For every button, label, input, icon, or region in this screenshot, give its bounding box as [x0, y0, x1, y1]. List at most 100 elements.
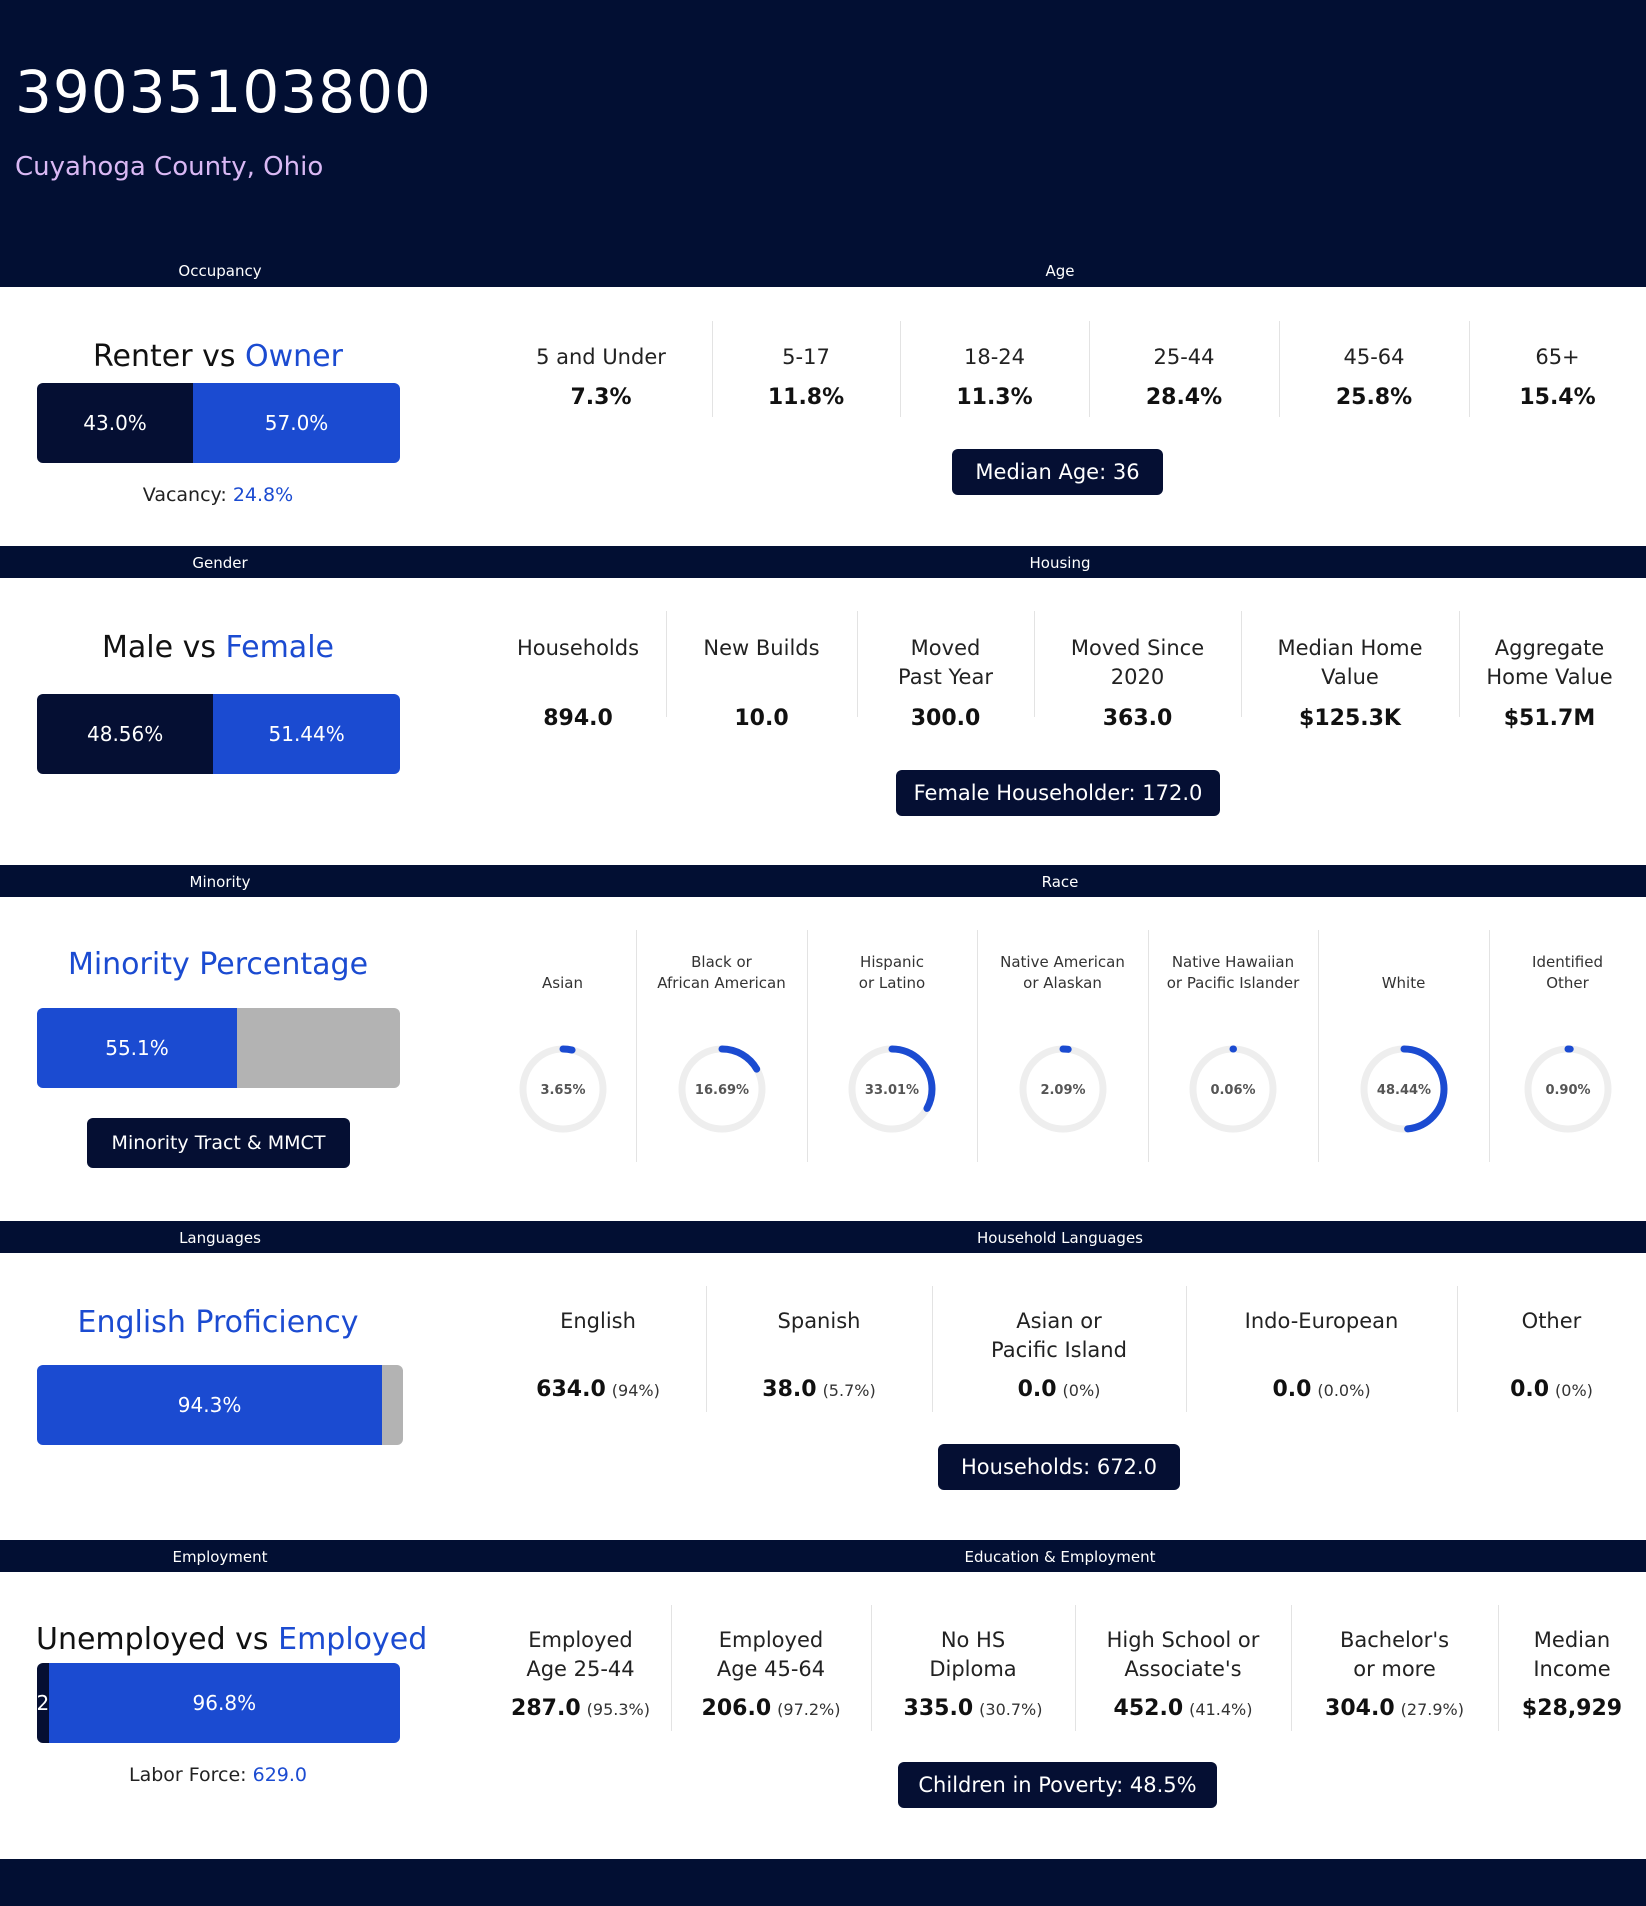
- housing-value: $125.3K: [1299, 706, 1401, 731]
- housing-column: Median Home Value $125.3K: [1241, 634, 1459, 731]
- household-language-label: Asian or Pacific Island: [991, 1309, 1127, 1362]
- section-label-age: Age: [1045, 262, 1075, 280]
- column-divider: [1498, 1605, 1499, 1731]
- renter-segment: 43.0%: [37, 383, 194, 463]
- household-language-percent: (94%): [611, 1381, 660, 1400]
- education-percent: (41.4%): [1189, 1700, 1253, 1719]
- column-divider: [1459, 611, 1460, 717]
- section-bar-employment: Employment Education & Employment: [0, 1540, 1646, 1572]
- housing-column: Moved Since 2020 363.0: [1034, 634, 1241, 731]
- english-proficiency-bar: 94.3%: [37, 1365, 403, 1445]
- title-part-owner: Owner: [245, 339, 343, 374]
- education-column: Employed Age 45-64 206.0 (97.2%): [671, 1626, 871, 1721]
- race-label-line-1: Identified: [1532, 953, 1603, 971]
- housing-label: New Builds: [703, 636, 820, 660]
- page-header: 39035103800 Cuyahoga County, Ohio Occupa…: [0, 0, 1646, 287]
- household-language-column: Spanish 38.0 (5.7%): [706, 1307, 932, 1402]
- labor-force-label: Labor Force:: [128, 1764, 253, 1786]
- race-ring-value: 48.44%: [1376, 1083, 1430, 1098]
- education-value: 287.0: [511, 1696, 581, 1721]
- education-percent: (27.9%): [1400, 1700, 1464, 1719]
- education-value: 335.0: [903, 1696, 974, 1721]
- age-column: 5 and Under 7.3%: [490, 343, 712, 410]
- age-label: 65+: [1535, 345, 1580, 369]
- race-label: Identified Other: [1489, 952, 1646, 994]
- race-ring-chart: 3.65%: [519, 1045, 606, 1133]
- age-label: 25-44: [1153, 345, 1215, 369]
- race-ring-chart: 48.44%: [1360, 1045, 1447, 1133]
- age-value: 7.3%: [570, 385, 632, 410]
- female-householder-badge: Female Householder: 172.0: [896, 770, 1220, 816]
- household-language-percent: (0.0%): [1317, 1381, 1371, 1400]
- column-divider: [666, 611, 667, 717]
- race-label-line-2: or Pacific Islander: [1166, 974, 1300, 992]
- section-label-education-employment: Education & Employment: [964, 1548, 1156, 1566]
- age-column: 18-24 11.3%: [900, 343, 1089, 410]
- female-segment: 51.44%: [213, 694, 400, 774]
- race-column: Asian 3.65%: [489, 952, 636, 1139]
- column-divider: [1457, 1286, 1458, 1412]
- housing-label: Aggregate Home Value: [1486, 636, 1613, 689]
- race-ring-chart: 16.69%: [678, 1045, 765, 1133]
- race-label: Black or African American: [636, 952, 807, 994]
- section-label-household-languages: Household Languages: [977, 1229, 1143, 1247]
- age-label: 18-24: [963, 345, 1026, 369]
- age-value: 25.8%: [1335, 385, 1413, 410]
- race-label-line-2: African American: [657, 974, 786, 992]
- education-column: No HS Diploma 335.0 (30.7%): [871, 1626, 1075, 1721]
- race-ring-chart: 2.09%: [1019, 1045, 1106, 1133]
- education-column: Employed Age 25-44 287.0 (95.3%): [490, 1626, 671, 1721]
- race-label: Hispanic or Latino: [807, 952, 977, 994]
- tract-id-title: 39035103800: [15, 58, 432, 126]
- race-ring-value: 0.90%: [1545, 1083, 1590, 1098]
- race-column: Native Hawaiian or Pacific Islander 0.06%: [1148, 952, 1318, 1139]
- title-part-male: Male vs: [102, 630, 226, 665]
- labor-force-value: 629.0: [252, 1764, 308, 1786]
- education-column: Median Income $28,929: [1498, 1626, 1646, 1721]
- race-label: Asian: [489, 952, 636, 994]
- section-label-minority: Minority: [189, 873, 251, 891]
- education-label: Bachelor's or more: [1339, 1628, 1450, 1681]
- race-ring-value: 2.09%: [1040, 1083, 1085, 1098]
- race-ring-chart: 0.06%: [1189, 1045, 1277, 1133]
- section-bar-minority-race: Minority Race: [0, 865, 1646, 897]
- race-column: Identified Other 0.90%: [1489, 952, 1646, 1139]
- age-label: 5 and Under: [536, 345, 666, 369]
- section-label-languages: Languages: [179, 1229, 261, 1247]
- housing-label: Median Home Value: [1277, 636, 1423, 689]
- languages-section: English Proficiency 94.3% English 634.0 (9…: [0, 1253, 1646, 1540]
- column-divider: [712, 321, 713, 417]
- column-divider: [871, 1605, 872, 1731]
- title-part-unemployed: Unemployed vs: [36, 1622, 279, 1657]
- median-age-badge: Median Age: 36: [952, 449, 1163, 495]
- household-language-value: 634.0: [536, 1377, 606, 1402]
- housing-label: Households: [516, 636, 640, 660]
- section-bar-languages: Languages Household Languages: [0, 1221, 1646, 1253]
- race-ring-value: 16.69%: [694, 1083, 748, 1098]
- education-value: 452.0: [1113, 1696, 1184, 1721]
- age-value: 28.4%: [1145, 385, 1223, 410]
- race-label: Native Hawaiian or Pacific Islander: [1148, 952, 1318, 994]
- education-value: $28,929: [1521, 1696, 1623, 1721]
- column-divider: [1034, 611, 1035, 717]
- age-label: 45-64: [1343, 345, 1405, 369]
- race-label: Native American or Alaskan: [977, 952, 1148, 994]
- age-value: 11.8%: [767, 385, 845, 410]
- education-value: 304.0: [1325, 1696, 1395, 1721]
- household-language-column: Asian or Pacific Island 0.0 (0%): [932, 1307, 1186, 1402]
- housing-column: Households 894.0: [490, 634, 666, 731]
- renter-owner-title: Renter vs Owner: [36, 339, 400, 374]
- unemployed-employed-title: Unemployed vs Employed: [36, 1622, 427, 1657]
- section-label-race: Race: [1041, 873, 1079, 891]
- age-column: 5-17 11.8%: [712, 343, 900, 410]
- housing-column: New Builds 10.0: [666, 634, 857, 731]
- race-label-line-2: Other: [1546, 974, 1589, 992]
- housing-value: 10.0: [734, 706, 789, 731]
- education-percent: (30.7%): [979, 1700, 1043, 1719]
- children-poverty-badge: Children in Poverty: 48.5%: [898, 1762, 1217, 1808]
- household-language-column: Indo-European 0.0 (0.0%): [1186, 1307, 1457, 1402]
- household-language-value: 38.0: [762, 1377, 817, 1402]
- unemployed-employed-bar: 3.2% 96.8%: [37, 1663, 400, 1743]
- column-divider: [706, 1286, 707, 1412]
- column-divider: [1186, 1286, 1187, 1412]
